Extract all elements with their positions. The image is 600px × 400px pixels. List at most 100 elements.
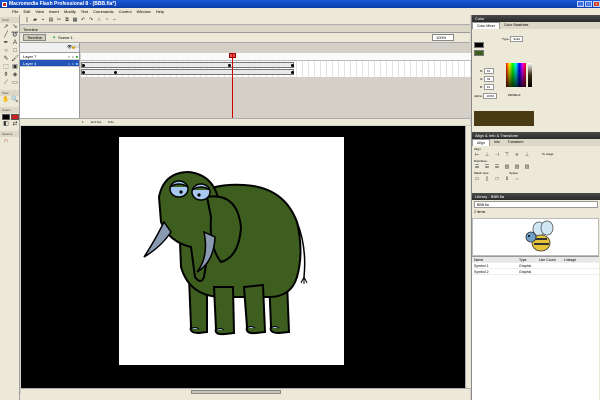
library-panel-header[interactable]: Library - BBB.fla	[472, 193, 600, 200]
menu-window[interactable]: Window	[136, 9, 150, 14]
distribute-bottom-icon[interactable]: ☰	[494, 164, 500, 170]
paintbucket-icon[interactable]: ◈	[11, 72, 19, 79]
hex-value[interactable]: #3D5E1F	[508, 93, 521, 97]
align-top-icon[interactable]: ⊤	[504, 152, 510, 158]
black-white-icon[interactable]: ◧	[2, 121, 10, 128]
fill-swatch[interactable]	[474, 50, 484, 56]
inkbottle-icon[interactable]: ⚱	[2, 72, 10, 79]
save-icon[interactable]: ▪	[40, 17, 46, 23]
tab-color-mixer[interactable]: Color Mixer	[472, 22, 500, 29]
elephant-drawing[interactable]	[119, 137, 344, 365]
align-bottom-icon[interactable]: ⊥	[524, 152, 530, 158]
outline-icon[interactable]: □	[75, 43, 79, 52]
space-h-icon[interactable]: ⇔	[514, 176, 520, 182]
distribute-left-icon[interactable]: ▥	[504, 164, 510, 170]
keyframe[interactable]	[228, 64, 231, 67]
keyframe[interactable]	[82, 64, 85, 67]
text-icon[interactable]: A	[11, 40, 19, 47]
library-row[interactable]: Symbol 2 Graphic	[472, 269, 599, 275]
frame-span[interactable]	[81, 62, 294, 68]
pen-icon[interactable]: ✒	[2, 40, 10, 47]
minimize-button[interactable]: _	[577, 1, 584, 7]
menu-text[interactable]: Text	[81, 9, 88, 14]
arrow-icon[interactable]: ➚	[2, 24, 10, 31]
cut-icon[interactable]: ✂	[56, 17, 62, 23]
artboard[interactable]	[119, 137, 344, 365]
align-center-icon[interactable]: ⊥	[484, 152, 490, 158]
zoom-select[interactable]: 100%	[432, 34, 454, 41]
menu-modify[interactable]: Modify	[64, 9, 76, 14]
menu-view[interactable]: View	[35, 9, 44, 14]
redo-icon[interactable]: ↷	[88, 17, 94, 23]
zoom-icon[interactable]: 🔍	[11, 97, 19, 104]
straighten-icon[interactable]: ⌐	[112, 17, 118, 23]
menu-file[interactable]: File	[12, 9, 18, 14]
paste-icon[interactable]: ▦	[72, 17, 78, 23]
freetransform-icon[interactable]: ⬚	[2, 64, 10, 71]
keyframe[interactable]	[291, 71, 294, 74]
hand-icon[interactable]: ✋	[2, 97, 10, 104]
match-both-icon[interactable]: □	[494, 176, 500, 182]
fill-color-swatch[interactable]	[11, 114, 19, 120]
smooth-icon[interactable]: ~	[104, 17, 110, 23]
distribute-top-icon[interactable]: ☰	[474, 164, 480, 170]
frame-ruler[interactable]	[81, 53, 471, 61]
eyedropper-icon[interactable]: ⟋	[2, 80, 10, 87]
menu-commands[interactable]: Commands	[93, 9, 113, 14]
lasso-icon[interactable]: ➰	[11, 32, 19, 39]
color-spectrum[interactable]	[506, 63, 526, 87]
menu-help[interactable]: Help	[156, 9, 164, 14]
color-panel-header[interactable]: Color	[472, 15, 600, 22]
eraser-icon[interactable]: ▭	[11, 80, 19, 87]
align-right-icon[interactable]: ⊣	[494, 152, 500, 158]
align-left-icon[interactable]: ⊢	[474, 152, 480, 158]
green-input[interactable]: 94	[484, 76, 495, 82]
tab-transform[interactable]: Transform	[504, 139, 528, 146]
subselect-icon[interactable]: ➘	[11, 24, 19, 31]
tab-align[interactable]: Align	[472, 139, 490, 146]
layer-row-selected[interactable]: Layer 4 • • ■	[20, 60, 79, 67]
keyframe[interactable]	[291, 64, 294, 67]
menu-edit[interactable]: Edit	[23, 9, 30, 14]
keyframe[interactable]	[82, 71, 85, 74]
snap-icon[interactable]: ∩	[2, 138, 10, 145]
tab-info[interactable]: Info	[490, 139, 504, 146]
stroke-color-swatch[interactable]	[2, 114, 10, 120]
close-button[interactable]: ×	[593, 1, 600, 7]
timeline-button[interactable]: Timeline	[23, 34, 46, 41]
line-icon[interactable]: ╱	[2, 32, 10, 39]
snap-magnet-icon[interactable]: ∩	[96, 17, 102, 23]
menu-insert[interactable]: Insert	[49, 9, 59, 14]
distribute-hcenter-icon[interactable]: ▥	[514, 164, 520, 170]
blue-input[interactable]: 31	[483, 84, 494, 90]
frame-span[interactable]	[81, 69, 294, 75]
space-v-icon[interactable]: ⇕	[504, 176, 510, 182]
layer-row[interactable]: Layer 7 • • ■	[20, 53, 79, 60]
distribute-right-icon[interactable]: ▥	[524, 164, 530, 170]
alpha-input[interactable]: 100%	[483, 93, 498, 99]
pencil-icon[interactable]: ✎	[2, 56, 10, 63]
copy-icon[interactable]: ⧉	[64, 17, 70, 23]
frame-grid[interactable]	[81, 61, 471, 77]
match-height-icon[interactable]: ▯	[484, 176, 490, 182]
menu-control[interactable]: Control	[119, 9, 132, 14]
rect-icon[interactable]: □	[11, 48, 19, 55]
align-middle-icon[interactable]: ≡	[514, 152, 520, 158]
oval-icon[interactable]: ○	[2, 48, 10, 55]
align-panel-header[interactable]: Align & Info & Transform	[472, 132, 600, 139]
timeline-panel-header[interactable]: Timeline	[20, 26, 470, 33]
filltransform-icon[interactable]: ▣	[11, 64, 19, 71]
open-file-icon[interactable]: ▰	[32, 17, 38, 23]
match-width-icon[interactable]: ▭	[474, 176, 480, 182]
stroke-swatch[interactable]	[474, 42, 484, 48]
keyframe[interactable]	[114, 71, 117, 74]
library-file-select[interactable]: BBB.fla	[474, 201, 598, 208]
brightness-slider[interactable]	[528, 63, 532, 87]
maximize-button[interactable]: □	[585, 1, 592, 7]
tab-color-swatches[interactable]: Color Swatches	[500, 22, 533, 29]
brush-icon[interactable]: 🖌	[11, 56, 19, 63]
distribute-vcenter-icon[interactable]: ☰	[484, 164, 490, 170]
swap-colors-icon[interactable]: ⇄	[11, 121, 19, 128]
red-input[interactable]: 61	[483, 68, 494, 74]
print-icon[interactable]: ▤	[48, 17, 54, 23]
